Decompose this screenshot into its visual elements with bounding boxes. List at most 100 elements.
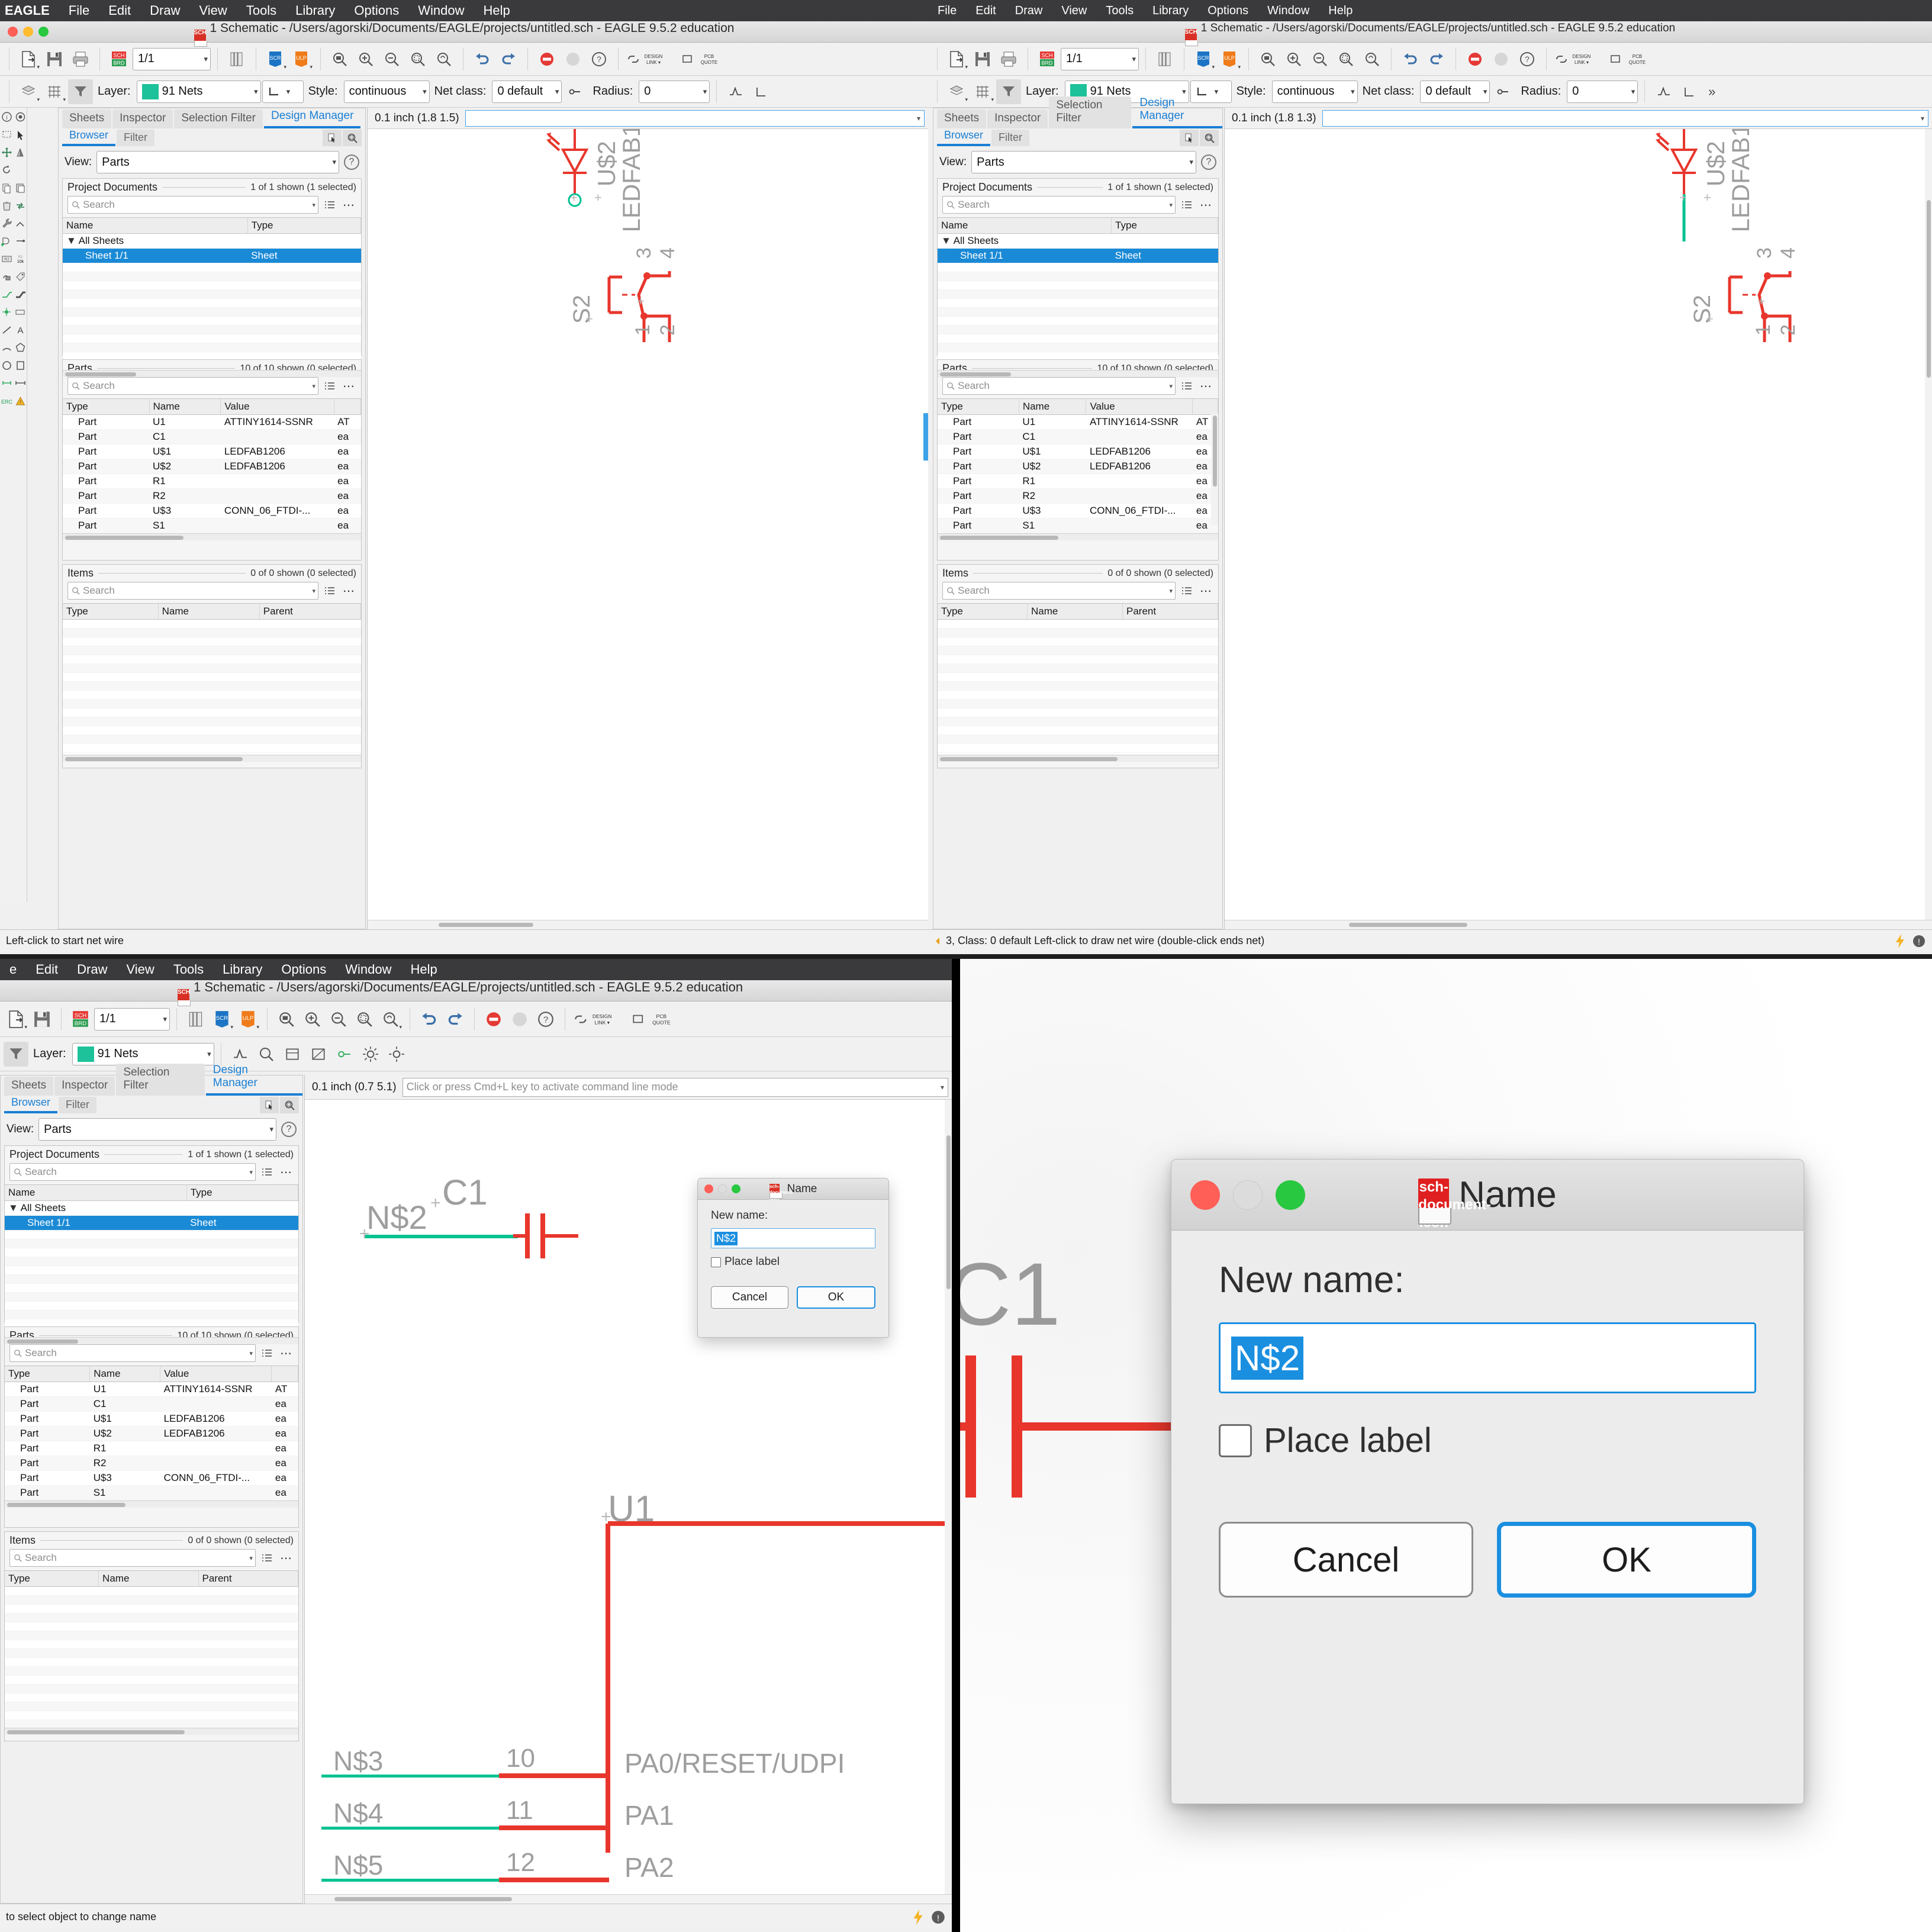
erc-icon[interactable]: ERC	[0, 392, 14, 410]
view-select[interactable]: Parts ▾	[38, 1118, 276, 1141]
sub-tabs-top-left[interactable]: Browser Filter	[59, 128, 365, 146]
main-toolbar-top-left[interactable]: ▾ SCH BRD 1/1 ▾ SCR ▾ ULP ▾ ? DESIGN LIN…	[0, 43, 928, 76]
undo-icon[interactable]	[417, 1007, 442, 1032]
addpart-icon[interactable]	[0, 232, 14, 250]
lightning-icon[interactable]	[1894, 933, 1906, 949]
table-row[interactable]: Part S1 ea	[63, 518, 361, 533]
items-search-input[interactable]: Search ▾	[9, 1549, 256, 1567]
rect-icon[interactable]	[14, 356, 27, 374]
command-line-input[interactable]: Click or press Cmd+L key to activate com…	[402, 1077, 948, 1097]
copy-icon[interactable]	[0, 179, 14, 197]
menubar-bottom-left[interactable]: e Edit Draw View Tools Library Options W…	[0, 959, 959, 980]
menubar-item-eagle[interactable]: EAGLE	[0, 3, 59, 18]
new-name-input[interactable]: N$2	[711, 1228, 875, 1248]
ok-button[interactable]: OK	[1497, 1522, 1756, 1598]
col-type[interactable]: Type	[186, 1185, 298, 1201]
name-dialog-zoomed[interactable]: sch-document-icon Name New name: N$2 Pla…	[1171, 1159, 1804, 1804]
layers-icon[interactable]: ▾	[944, 79, 969, 104]
menubar-item-library[interactable]: Library	[286, 3, 344, 18]
list-options-icon[interactable]	[259, 1345, 275, 1361]
filter-icon[interactable]	[996, 79, 1021, 104]
tab-design-manager[interactable]: Design Manager	[263, 107, 361, 128]
col-value[interactable]: Value	[1086, 399, 1193, 415]
col-name[interactable]: Name	[1027, 604, 1123, 620]
table-row[interactable]: Part U$2 LEDFAB1206 ea	[938, 459, 1218, 474]
scr-icon[interactable]: SCR ▾	[263, 47, 288, 72]
netclass-select[interactable]: 0 default ▾	[1420, 80, 1490, 103]
move-icon[interactable]	[0, 143, 14, 161]
list-options-icon[interactable]	[1179, 378, 1194, 394]
table-row[interactable]: Part U1 ATTINY1614-SSNR AT	[63, 414, 361, 430]
command-line-input[interactable]: ▾	[1322, 110, 1928, 127]
list-options-icon[interactable]	[322, 197, 337, 212]
redo-icon[interactable]	[496, 47, 521, 72]
table-row[interactable]: Sheet 1/1 Sheet	[938, 248, 1218, 263]
pcb-quote-icon[interactable]: PCB QUOTE	[680, 47, 733, 72]
table-row[interactable]: Part U$1 LEDFAB1206 ea	[938, 444, 1218, 459]
more-options-icon[interactable]: ⋯	[278, 1164, 294, 1180]
sheet-selector[interactable]: 1/1 ▾	[1061, 47, 1139, 70]
pcb-quote-icon[interactable]: PCB QUOTE	[1608, 47, 1661, 72]
items-search-input[interactable]: Search ▾	[67, 582, 318, 600]
menubar-item-options[interactable]: Options	[272, 962, 336, 977]
list-options-icon[interactable]	[259, 1550, 275, 1566]
zoom-redraw-icon[interactable]	[432, 47, 456, 72]
parts-hscroll[interactable]	[938, 533, 1218, 540]
subtab-browser[interactable]: Browser	[4, 1094, 58, 1113]
filter-icon[interactable]	[68, 79, 93, 104]
tab-sheets[interactable]: Sheets	[62, 110, 112, 128]
place-label-checkbox[interactable]	[711, 1257, 721, 1267]
zoom-select-icon[interactable]	[405, 47, 430, 72]
wrench-icon[interactable]	[0, 214, 14, 232]
project-documents-hscroll[interactable]	[5, 1337, 298, 1344]
list-options-icon[interactable]	[259, 1164, 275, 1180]
menubar-item-tools[interactable]: Tools	[164, 962, 213, 977]
miter-icon[interactable]	[563, 79, 588, 104]
grid-icon[interactable]: ▾	[970, 79, 995, 104]
sheet-selector[interactable]: 1/1 ▾	[94, 1007, 170, 1031]
info-icon[interactable]: i	[0, 108, 14, 125]
more-options-icon[interactable]: ⋯	[341, 583, 356, 598]
more-options-icon[interactable]: ⋯	[1198, 583, 1213, 598]
menubar-item-help[interactable]: Help	[1319, 4, 1362, 18]
table-row[interactable]: Part C1 ea	[938, 429, 1218, 445]
run-icon[interactable]	[1489, 47, 1514, 72]
more-options-icon[interactable]: ⋯	[341, 197, 356, 212]
table-row[interactable]: Part C1 ea	[5, 1396, 298, 1412]
list-options-icon[interactable]	[1179, 197, 1194, 212]
schematic-canvas-top-left[interactable]: 0.1 inch (1.8 1.5) ▾ U$2 LEDFAB1206 + + …	[367, 108, 928, 929]
bus-icon[interactable]	[14, 285, 27, 303]
zoom-out-icon[interactable]	[1308, 47, 1332, 72]
more-options-icon[interactable]: ⋯	[341, 378, 356, 394]
ulp-icon[interactable]: ULP ▾	[236, 1007, 260, 1032]
table-row[interactable]: Sheet 1/1 Sheet	[5, 1215, 298, 1231]
schematic-canvas-top-right[interactable]: 0.1 inch (1.8 1.3) ▾ U$2 LEDFAB1206 + +	[1224, 108, 1932, 929]
style-select[interactable]: continuous ▾	[343, 80, 430, 103]
minimize-button[interactable]	[1233, 1180, 1263, 1210]
drawing-toolbox-top-left[interactable]: i R2 R2 10k A ERC !	[0, 108, 27, 902]
sch-brd-switch-icon[interactable]: SCH BRD	[107, 47, 131, 72]
save-icon[interactable]	[42, 47, 67, 72]
table-row[interactable]: Part U$1 LEDFAB1206 ea	[63, 444, 361, 459]
design-link-icon[interactable]: DESIGN LINK ▾	[1553, 47, 1606, 72]
list-options-icon[interactable]	[322, 583, 337, 598]
sch-brd-switch-icon[interactable]: SCH BRD	[68, 1007, 93, 1032]
zoom-fit-icon[interactable]	[1255, 47, 1280, 72]
filter-icon[interactable]	[4, 1041, 28, 1067]
panel-tabs-top-right[interactable]: Sheets Inspector Selection Filter Design…	[933, 96, 1222, 128]
mitersel-icon[interactable]	[1677, 79, 1702, 104]
menubar-item-view[interactable]: View	[117, 962, 164, 977]
question-mark-icon[interactable]: ?	[281, 1122, 297, 1137]
project-documents-search-input[interactable]: Search ▾	[9, 1163, 256, 1181]
run-icon[interactable]	[507, 1007, 532, 1032]
error-icon[interactable]: !	[1912, 933, 1926, 949]
col-name[interactable]: Name	[5, 1185, 187, 1201]
netclass-select[interactable]: 0 default ▾	[492, 80, 562, 103]
col-type[interactable]: Type	[5, 1571, 99, 1587]
sub-tabs-bottom-left[interactable]: Browser Filter	[1, 1096, 302, 1113]
menubar-item-file-partial[interactable]: e	[0, 962, 26, 977]
table-row[interactable]: ▼ All Sheets	[63, 233, 361, 249]
view-select[interactable]: Parts ▾	[971, 151, 1196, 173]
view-select[interactable]: Parts ▾	[96, 151, 339, 173]
cancel-button[interactable]: Cancel	[1219, 1522, 1473, 1598]
